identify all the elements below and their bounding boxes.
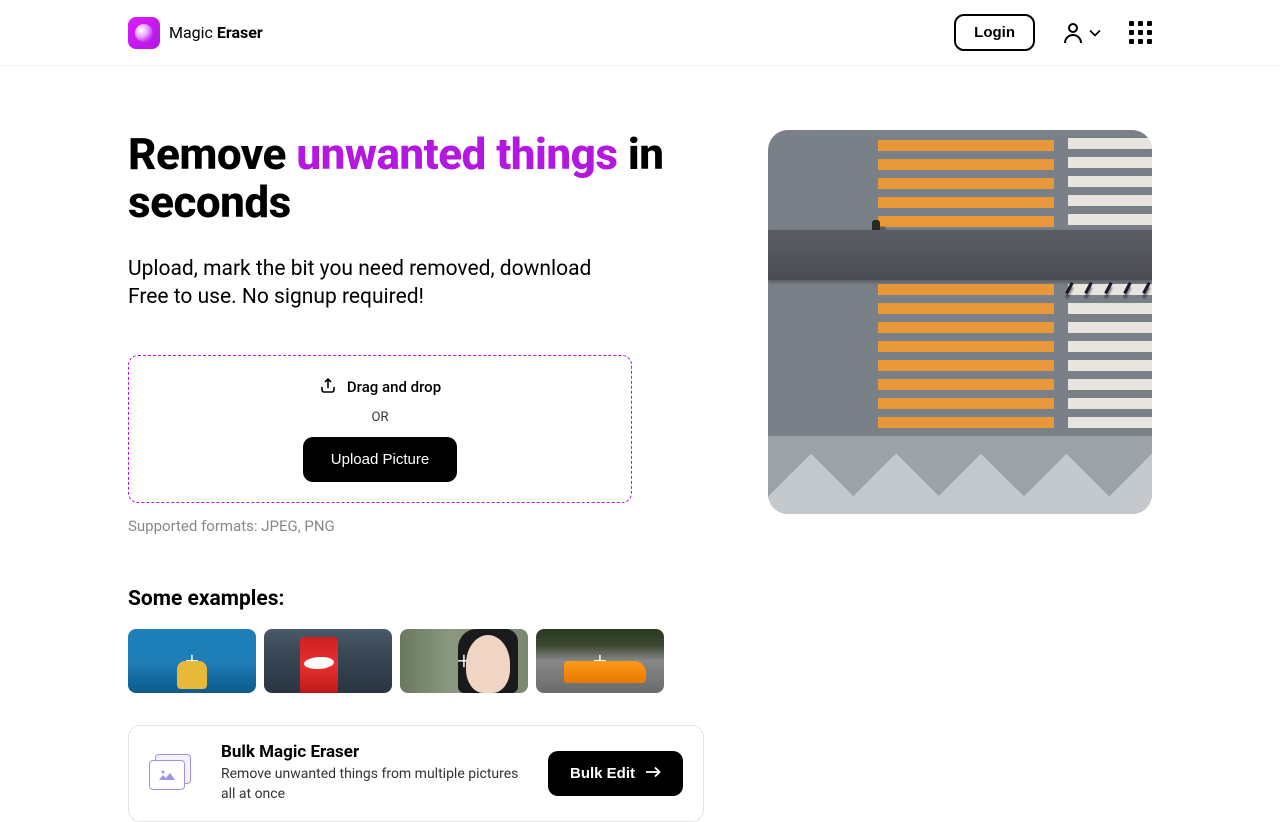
user-icon [1063, 22, 1083, 44]
example-thumbnail[interactable]: + [128, 629, 256, 693]
header: Magic Eraser Login [0, 0, 1280, 66]
apps-launcher-icon[interactable] [1129, 21, 1152, 44]
brand-logo[interactable]: Magic Eraser [128, 17, 263, 49]
plus-icon: + [185, 649, 199, 673]
bulk-description: Remove unwanted things from multiple pic… [221, 765, 524, 804]
bulk-title: Bulk Magic Eraser [221, 742, 524, 762]
example-thumbnail[interactable]: + [264, 629, 392, 693]
hero-title: Remove unwanted things in seconds [128, 130, 704, 227]
plus-icon: + [457, 649, 471, 673]
drag-and-drop-label: Drag and drop [319, 376, 441, 398]
upload-picture-button[interactable]: Upload Picture [303, 437, 457, 482]
header-actions: Login [954, 14, 1152, 51]
bulk-edit-button[interactable]: Bulk Edit [548, 751, 683, 796]
main-content: Remove unwanted things in seconds Upload… [0, 66, 1280, 822]
example-thumbnail[interactable]: + [536, 629, 664, 693]
bulk-edit-card: Bulk Magic Eraser Remove unwanted things… [128, 725, 704, 821]
left-column: Remove unwanted things in seconds Upload… [128, 130, 704, 822]
bulk-images-icon [149, 754, 197, 794]
upload-dropzone[interactable]: Drag and drop OR Upload Picture [128, 355, 632, 503]
bulk-text: Bulk Magic Eraser Remove unwanted things… [221, 742, 524, 804]
plus-icon: + [321, 649, 335, 673]
logo-text: Magic Eraser [169, 23, 263, 42]
examples-heading: Some examples: [128, 587, 704, 611]
or-separator: OR [372, 410, 389, 425]
hero-demo-image [768, 130, 1152, 514]
chevron-down-icon [1089, 29, 1101, 37]
logo-icon [128, 17, 160, 49]
upload-icon [319, 376, 337, 398]
example-thumbnail[interactable]: + [400, 629, 528, 693]
user-menu[interactable] [1063, 22, 1101, 44]
supported-formats-label: Supported formats: JPEG, PNG [128, 517, 704, 535]
arrow-right-icon [645, 765, 661, 782]
examples-row: + + + + [128, 629, 704, 693]
hero-subtitle: Upload, mark the bit you need removed, d… [128, 255, 704, 312]
login-button[interactable]: Login [954, 14, 1035, 51]
plus-icon: + [593, 649, 607, 673]
